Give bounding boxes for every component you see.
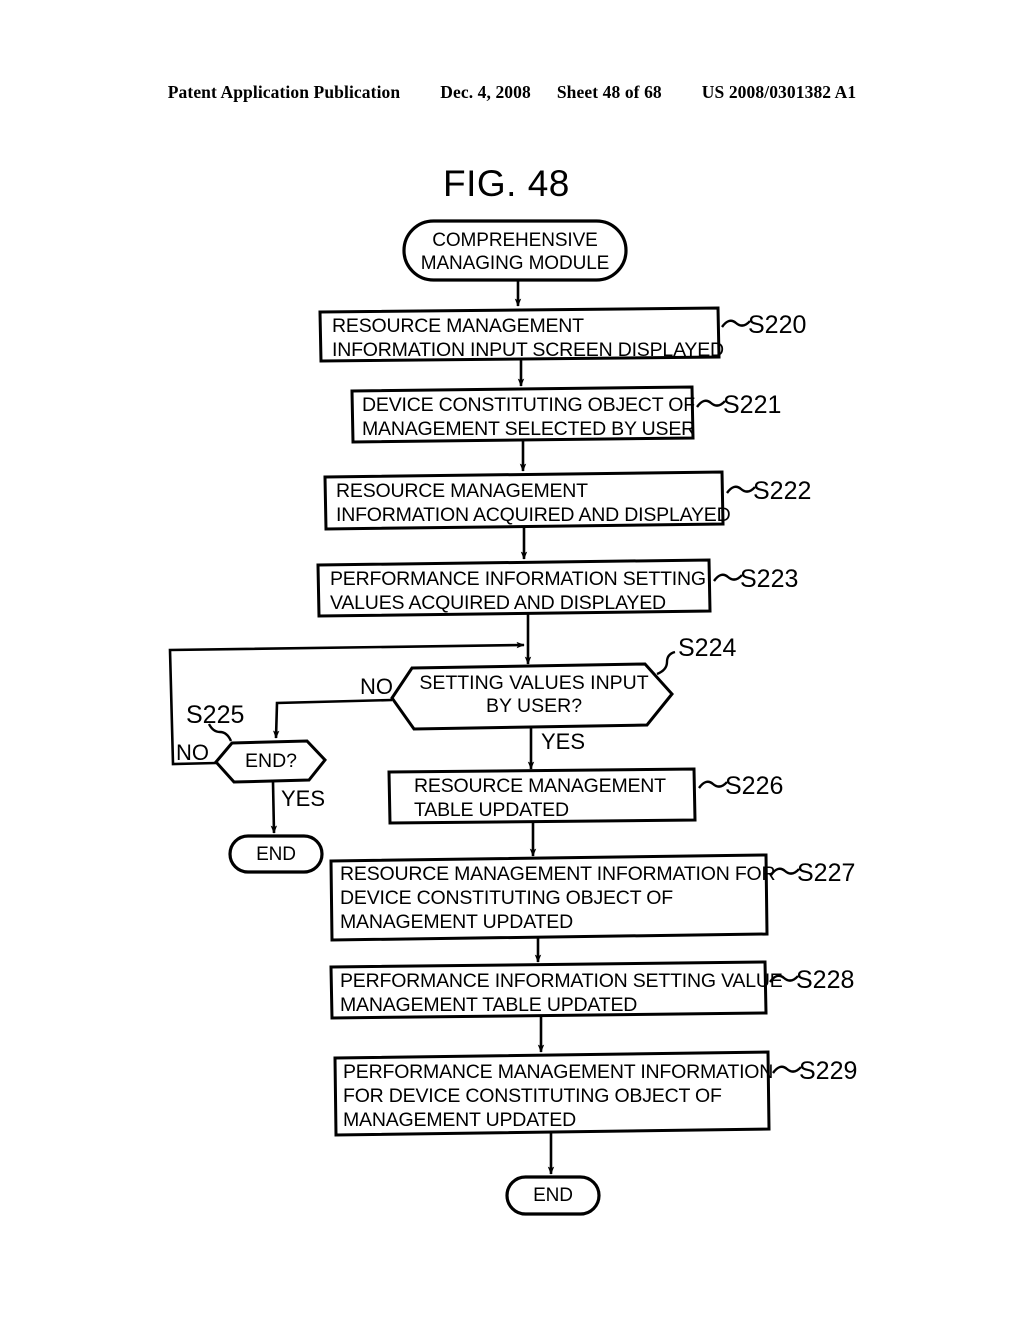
leader-s222 xyxy=(726,485,756,494)
end-terminator-left-text: END xyxy=(256,844,296,865)
step-s220-line1: RESOURCE MANAGEMENT xyxy=(332,315,584,337)
step-box-s221-text: DEVICE CONSTITUTING OBJECT OF MANAGEMENT… xyxy=(362,393,695,441)
step-s223-line2: VALUES ACQUIRED AND DISPLAYED xyxy=(330,592,666,614)
step-label-s220: S220 xyxy=(748,311,807,339)
step-s229-line1: PERFORMANCE MANAGEMENT INFORMATION xyxy=(343,1061,774,1083)
step-label-s226: S226 xyxy=(725,772,784,800)
step-s221-line2: MANAGEMENT SELECTED BY USER xyxy=(362,418,696,440)
step-s228-line2: MANAGEMENT TABLE UPDATED xyxy=(340,994,638,1016)
branch-label-s224-no: NO xyxy=(360,674,393,699)
leader-s226 xyxy=(698,780,728,789)
leader-s223 xyxy=(713,573,743,582)
step-label-s224: S224 xyxy=(678,634,737,662)
step-box-s228-text: PERFORMANCE INFORMATION SETTING VALUE MA… xyxy=(340,969,783,1017)
step-s229-line2: FOR DEVICE CONSTITUTING OBJECT OF xyxy=(343,1085,722,1107)
decision-s224-line2: BY USER? xyxy=(485,695,583,717)
connector-s225-yes-to-end xyxy=(270,781,278,834)
step-s222-line1: RESOURCE MANAGEMENT xyxy=(336,480,588,502)
step-label-s228: S228 xyxy=(796,966,855,994)
step-s229-line3: MANAGEMENT UPDATED xyxy=(343,1109,576,1131)
step-s227-line2: DEVICE CONSTITUTING OBJECT OF xyxy=(340,887,673,909)
leader-s229 xyxy=(772,1065,802,1074)
step-box-s226-text: RESOURCE MANAGEMENT TABLE UPDATED xyxy=(414,774,666,822)
step-s226-line2: TABLE UPDATED xyxy=(414,799,569,821)
decision-s225-text: END? xyxy=(216,750,326,773)
step-s228-line1: PERFORMANCE INFORMATION SETTING VALUE xyxy=(340,970,783,992)
leader-s224 xyxy=(656,650,676,676)
step-s227-line1: RESOURCE MANAGEMENT INFORMATION FOR xyxy=(340,863,776,885)
step-s221-line1: DEVICE CONSTITUTING OBJECT OF xyxy=(362,394,695,416)
connector-s224-no-to-s225 xyxy=(273,698,393,739)
decision-s225-line1: END? xyxy=(244,750,298,772)
step-label-s229: S229 xyxy=(799,1057,858,1085)
start-terminator-line1: COMPREHENSIVE xyxy=(432,230,598,251)
step-label-s221: S221 xyxy=(723,391,782,419)
step-label-s225: S225 xyxy=(186,701,245,729)
leader-s220 xyxy=(721,319,751,328)
decision-s224-text: SETTING VALUES INPUT BY USER? xyxy=(418,672,650,718)
step-s226-line1: RESOURCE MANAGEMENT xyxy=(414,775,666,797)
step-box-s227-text: RESOURCE MANAGEMENT INFORMATION FOR DEVI… xyxy=(340,862,776,934)
step-box-s220-text: RESOURCE MANAGEMENT INFORMATION INPUT SC… xyxy=(332,314,724,362)
step-s220-line2: INFORMATION INPUT SCREEN DISPLAYED xyxy=(332,339,724,361)
branch-label-s224-yes: YES xyxy=(541,729,586,754)
step-s222-line2: INFORMATION ACQUIRED AND DISPLAYED xyxy=(336,504,731,526)
step-label-s223: S223 xyxy=(740,565,799,593)
step-box-s223-text: PERFORMANCE INFORMATION SETTING VALUES A… xyxy=(330,567,706,615)
step-s227-line3: MANAGEMENT UPDATED xyxy=(340,911,573,933)
leader-s221 xyxy=(696,399,726,408)
start-terminator-line2: MANAGING MODULE xyxy=(420,253,610,274)
step-label-s227: S227 xyxy=(797,859,856,887)
start-terminator-text: COMPREHENSIVE MANAGING MODULE xyxy=(404,229,626,275)
step-box-s222-text: RESOURCE MANAGEMENT INFORMATION ACQUIRED… xyxy=(336,479,731,527)
end-terminator-bottom-text: END xyxy=(533,1185,573,1206)
step-s223-line1: PERFORMANCE INFORMATION SETTING xyxy=(330,568,706,590)
step-label-s222: S222 xyxy=(753,477,812,505)
branch-label-s225-no: NO xyxy=(176,740,209,765)
step-box-s229-text: PERFORMANCE MANAGEMENT INFORMATION FOR D… xyxy=(343,1060,773,1132)
decision-s224-line1: SETTING VALUES INPUT xyxy=(419,672,649,694)
branch-label-s225-yes: YES xyxy=(281,786,326,811)
